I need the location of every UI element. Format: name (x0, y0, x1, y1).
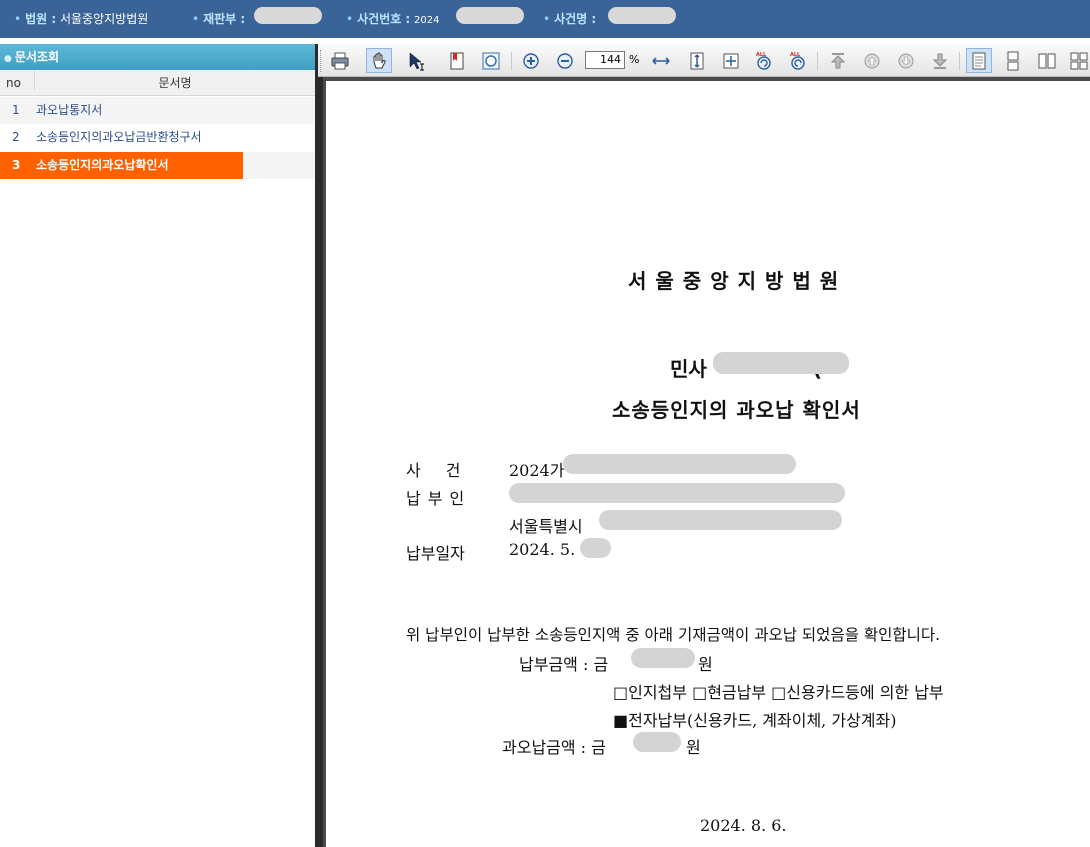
issue-date: 2024. 8. 6. (700, 816, 787, 835)
viewer-toolbar: 144 % ALL ALL (318, 44, 1090, 77)
redacted-pay-amount (631, 648, 695, 668)
fit-page-icon[interactable] (718, 48, 744, 73)
redacted-case-value (563, 454, 796, 474)
last-page-icon[interactable] (927, 48, 953, 73)
zoom-in-icon[interactable] (518, 48, 544, 73)
payment-methods-line1: □인지첩부 □현금납부 □신용카드등에 의한 납부 (613, 683, 944, 702)
zoom-unit: % (629, 53, 640, 66)
case-no-value: 2024 (414, 15, 440, 26)
pay-amount-unit: 원 (698, 655, 713, 674)
zoom-input[interactable]: 144 (585, 51, 625, 69)
document-list-title: ● 문서조회 (0, 44, 315, 70)
document-list-header: no 문서명 (0, 70, 315, 96)
shape-icon[interactable] (478, 48, 504, 73)
document-page: 서울중앙지방법원 민사( 소송등인지의 과오납 확인서 사 건 2024가 납부… (326, 81, 1090, 847)
document-viewer[interactable]: 서울중앙지방법원 민사( 소송등인지의 과오납 확인서 사 건 2024가 납부… (323, 77, 1090, 847)
column-name[interactable]: 문서명 (34, 70, 315, 90)
rotate-left-all-icon[interactable]: ALL (751, 48, 777, 73)
court-field: • 법원 : 서울중앙지방법원 (14, 12, 149, 26)
first-page-icon[interactable] (825, 48, 851, 73)
continuous-page-icon[interactable] (1000, 48, 1026, 73)
redacted-pay-date (580, 538, 611, 558)
document-list-panel: ● 문서조회 no 문서명 1 과오납통지서 2 소송등인지의과오납금반환청구서 … (0, 44, 315, 847)
panel-splitter[interactable] (315, 44, 323, 847)
document-court: 서울중앙지방법원 (628, 269, 848, 293)
document-title: 소송등인지의 과오납 확인서 (612, 398, 861, 422)
redacted-payer-name (509, 483, 845, 503)
over-amount-unit: 원 (686, 738, 701, 757)
confirmation-statement: 위 납부인이 납부한 소송등인지액 중 아래 기재금액이 과오납 되었음을 확인… (406, 626, 941, 644)
column-no[interactable]: no (6, 76, 21, 90)
case-no-field: • 사건번호 : 2024 (346, 12, 440, 26)
single-page-icon[interactable] (966, 48, 992, 73)
court-value: 서울중앙지방법원 (59, 12, 149, 26)
case-name-label: 사건명 : (554, 12, 597, 26)
pay-date-value: 2024. 5. (509, 540, 576, 559)
zoom-out-icon[interactable] (552, 48, 578, 73)
prev-page-icon[interactable] (859, 48, 885, 73)
payer-label: 납부인 (406, 489, 472, 508)
print-icon[interactable] (327, 48, 353, 73)
panel-label: 재판부 : (203, 12, 246, 26)
pay-date-label: 납부일자 (406, 544, 465, 563)
payment-methods-line2: ■전자납부(신용카드, 계좌이체, 가상계좌) (613, 711, 897, 730)
redacted-panel (254, 7, 322, 24)
redacted-case-number (713, 352, 849, 374)
redacted-case-no (456, 7, 524, 24)
grid-view-icon[interactable] (1066, 48, 1090, 73)
toolbar-grip[interactable] (320, 50, 323, 72)
fit-width-icon[interactable] (648, 48, 674, 73)
case-info-bar: • 법원 : 서울중앙지방법원 • 재판부 : • 사건번호 : 2024 • 사건명 … (0, 0, 1090, 38)
case-label: 사 건 (406, 461, 471, 480)
case-no-label: 사건번호 : (357, 12, 411, 26)
fit-height-icon[interactable] (684, 48, 710, 73)
court-label: 법원 : (25, 12, 57, 26)
redacted-over-amount (633, 732, 681, 752)
redacted-payer-address (599, 510, 842, 530)
panel-field: • 재판부 : (192, 12, 246, 26)
payer-address: 서울특별시 (509, 517, 583, 536)
redacted-case-name (608, 7, 676, 24)
case-value: 2024가 (509, 461, 565, 480)
pay-amount-label: 납부금액 : 금 (519, 655, 609, 674)
document-row-2[interactable]: 2 소송등인지의과오납금반환청구서 (0, 124, 315, 151)
text-select-icon[interactable] (404, 48, 430, 73)
document-row-1[interactable]: 1 과오납통지서 (0, 97, 315, 124)
two-page-icon[interactable] (1034, 48, 1060, 73)
next-page-icon[interactable] (893, 48, 919, 73)
rotate-right-all-icon[interactable]: ALL (785, 48, 811, 73)
document-row-3-selected[interactable]: 3 소송등인지의과오납확인서 (0, 152, 315, 179)
hand-pan-icon[interactable] (366, 48, 392, 73)
case-name-field: • 사건명 : (543, 12, 597, 26)
bookmark-icon[interactable] (444, 48, 470, 73)
over-amount-label: 과오납금액 : 금 (502, 738, 606, 757)
